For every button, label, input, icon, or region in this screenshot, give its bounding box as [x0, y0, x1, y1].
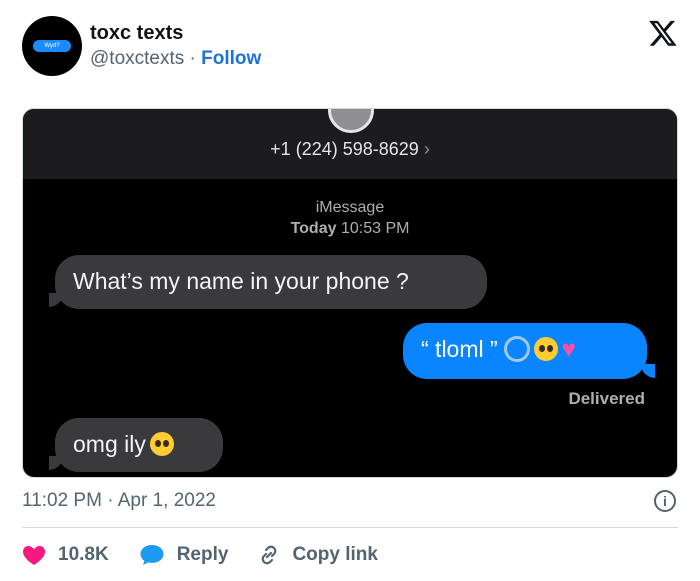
message-bubble-received: omg ily — [55, 418, 223, 472]
conversation-meta: iMessage Today 10:53 PM — [23, 197, 677, 239]
author-name[interactable]: toxc texts — [90, 22, 183, 45]
handle-line: @toxctexts · Follow — [90, 48, 261, 70]
time-label: 10:53 PM — [340, 220, 410, 237]
bubble-tail — [49, 456, 63, 470]
reply-icon — [140, 545, 164, 565]
divider — [22, 527, 678, 528]
contact-avatar — [328, 109, 374, 133]
avatar-text: Wyd? — [33, 40, 71, 52]
copy-link-label: Copy link — [292, 544, 378, 565]
bubble-tail — [641, 364, 655, 378]
delivered-status: Delivered — [568, 389, 645, 408]
handle-separator: · — [184, 48, 202, 69]
message-text: What’s my name in your phone ? — [73, 268, 409, 294]
like-button[interactable]: 10.8K — [22, 544, 109, 566]
follow-button[interactable]: Follow — [201, 48, 261, 69]
heart-icon — [23, 546, 45, 565]
reply-label: Reply — [176, 544, 229, 565]
link-icon — [262, 545, 277, 565]
reply-button[interactable]: Reply — [139, 544, 229, 566]
copy-link-button[interactable]: Copy link — [258, 544, 378, 566]
pleading-face-emoji-icon — [149, 431, 174, 456]
x-logo-icon[interactable] — [648, 18, 678, 48]
message-bubble-sent: “ tloml ” ♥ — [403, 323, 647, 379]
contact-phone: +1 (224) 598-8629 › — [23, 139, 677, 160]
info-icon[interactable]: i — [654, 490, 676, 512]
avatar[interactable]: Wyd? — [22, 16, 82, 76]
like-count: 10.8K — [58, 544, 109, 565]
pleading-face-emoji-icon — [533, 336, 558, 361]
message-text: omg ily — [73, 431, 146, 457]
bubble-tail — [49, 293, 63, 307]
phone-number: +1 (224) 598-8629 — [270, 139, 419, 159]
action-bar: 10.8K Reply Copy link — [22, 540, 408, 570]
contact-header: +1 (224) 598-8629 › — [23, 109, 677, 179]
sparkling-heart-emoji-icon: ♥ — [561, 335, 576, 363]
author-handle[interactable]: @toxctexts — [90, 48, 184, 69]
ring-emoji-icon — [503, 335, 530, 362]
tweet-timestamp[interactable]: 11:02 PM · Apr 1, 2022 — [22, 490, 216, 512]
chevron-right-icon: › — [423, 139, 430, 159]
tweet-card: Wyd? toxc texts @toxctexts · Follow +1 (… — [0, 0, 700, 581]
message-text: “ tloml ” — [421, 336, 498, 362]
embedded-screenshot[interactable]: +1 (224) 598-8629 › iMessage Today 10:53… — [22, 108, 678, 478]
day-label: Today — [290, 220, 337, 237]
message-bubble-received: What’s my name in your phone ? — [55, 255, 487, 309]
service-label: iMessage — [315, 199, 385, 216]
